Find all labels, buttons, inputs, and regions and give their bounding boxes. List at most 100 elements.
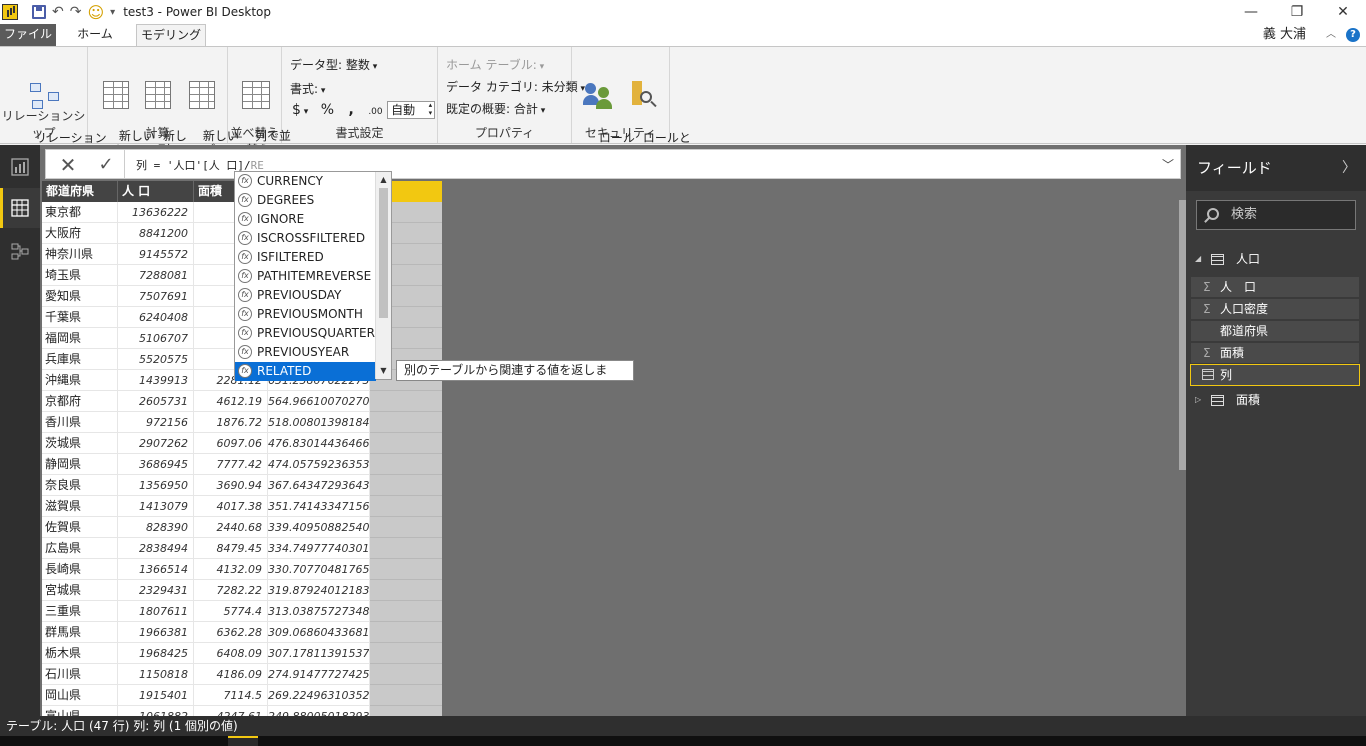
table-cell[interactable] bbox=[370, 664, 442, 685]
table-cell[interactable] bbox=[370, 538, 442, 559]
cancel-formula-button[interactable]: ✕ bbox=[56, 153, 80, 177]
table-cell[interactable]: 1968425 bbox=[118, 643, 194, 664]
table-cell[interactable]: 1413079 bbox=[118, 496, 194, 517]
table-row[interactable]: 石川県 1150818 4186.09 274.914777274258 bbox=[42, 664, 442, 685]
table-cell[interactable]: 249.880050182932 bbox=[268, 706, 370, 716]
table-cell[interactable]: 茨城県 bbox=[42, 433, 118, 454]
collapse-triangle-icon[interactable]: ◢ bbox=[1195, 247, 1201, 271]
table-cell[interactable]: 307.178113915379 bbox=[268, 643, 370, 664]
table-cell[interactable]: 5520575 bbox=[118, 349, 194, 370]
table-cell[interactable]: 6408.09 bbox=[194, 643, 268, 664]
data-view-button[interactable] bbox=[0, 188, 40, 228]
table-cell[interactable]: 8479.45 bbox=[194, 538, 268, 559]
table-cell[interactable]: 愛知県 bbox=[42, 286, 118, 307]
table-row[interactable]: 広島県 2838494 8479.45 334.749777403016 bbox=[42, 538, 442, 559]
table-cell[interactable]: 2329431 bbox=[118, 580, 194, 601]
intellisense-scrollbar[interactable]: ▲ ▼ bbox=[375, 172, 391, 379]
thousands-separator-button[interactable]: , bbox=[349, 102, 354, 118]
table-cell[interactable] bbox=[370, 517, 442, 538]
table-cell[interactable]: 福岡県 bbox=[42, 328, 118, 349]
table-cell[interactable]: 518.008013981841 bbox=[268, 412, 370, 433]
intellisense-item[interactable]: fx PREVIOUSYEAR bbox=[235, 343, 376, 362]
intellisense-item[interactable]: fx RELATED bbox=[235, 362, 376, 381]
table-cell[interactable] bbox=[370, 685, 442, 706]
table-cell[interactable]: 2605731 bbox=[118, 391, 194, 412]
table-cell[interactable]: 3690.94 bbox=[194, 475, 268, 496]
expand-formula-bar-icon[interactable]: ﹀ bbox=[1162, 156, 1174, 173]
data-category-dropdown[interactable]: データ カテゴリ: 未分類 bbox=[446, 78, 585, 95]
table-cell[interactable]: 7288081 bbox=[118, 265, 194, 286]
data-type-dropdown[interactable]: データ型: 整数 bbox=[290, 56, 377, 73]
decimal-places-icon[interactable]: .00 bbox=[368, 107, 382, 117]
field-item[interactable]: Σ 面積 bbox=[1191, 343, 1359, 363]
table-cell[interactable]: 339.409508825409 bbox=[268, 517, 370, 538]
intellisense-item[interactable]: fx ISCROSSFILTERED bbox=[235, 229, 376, 248]
table-cell[interactable]: 9145572 bbox=[118, 244, 194, 265]
table-cell[interactable]: 京都府 bbox=[42, 391, 118, 412]
intellisense-item[interactable]: fx DEGREES bbox=[235, 191, 376, 210]
table-cell[interactable]: 滋賀県 bbox=[42, 496, 118, 517]
table-cell[interactable] bbox=[370, 580, 442, 601]
scroll-thumb[interactable] bbox=[379, 188, 388, 318]
minimize-button[interactable]: — bbox=[1228, 0, 1274, 24]
table-cell[interactable] bbox=[370, 706, 442, 716]
scroll-down-icon[interactable]: ▼ bbox=[376, 363, 391, 379]
table-cell[interactable]: 334.749777403016 bbox=[268, 538, 370, 559]
table-cell[interactable]: 長崎県 bbox=[42, 559, 118, 580]
table-cell[interactable]: 7114.5 bbox=[194, 685, 268, 706]
table-cell[interactable] bbox=[370, 412, 442, 433]
customize-chevron-icon[interactable]: ▾ bbox=[110, 7, 115, 18]
table-cell[interactable]: 564.966100702703 bbox=[268, 391, 370, 412]
table-row[interactable]: 奈良県 1356950 3690.94 367.643472936434 bbox=[42, 475, 442, 496]
table-cell[interactable]: 7282.22 bbox=[194, 580, 268, 601]
collapse-pane-icon[interactable]: 〉 bbox=[1342, 145, 1356, 191]
new-column-header[interactable] bbox=[392, 181, 442, 202]
close-button[interactable]: ✕ bbox=[1320, 0, 1366, 24]
field-item-selected[interactable]: 列 bbox=[1190, 364, 1360, 386]
table-cell[interactable]: 313.038757273483 bbox=[268, 601, 370, 622]
table-cell[interactable]: 岡山県 bbox=[42, 685, 118, 706]
table-cell[interactable]: 1061882 bbox=[118, 706, 194, 716]
maximize-button[interactable]: ❐ bbox=[1274, 0, 1320, 24]
table-cell[interactable]: 佐賀県 bbox=[42, 517, 118, 538]
table-cell[interactable]: 1876.72 bbox=[194, 412, 268, 433]
commit-formula-button[interactable]: ✓ bbox=[94, 153, 118, 177]
table-row[interactable]: 長崎県 1366514 4132.09 330.707704817659 bbox=[42, 559, 442, 580]
table-cell[interactable] bbox=[370, 496, 442, 517]
table-cell[interactable]: 群馬県 bbox=[42, 622, 118, 643]
table-cell[interactable]: 兵庫県 bbox=[42, 349, 118, 370]
table-cell[interactable]: 香川県 bbox=[42, 412, 118, 433]
decimal-places-spinner[interactable]: 自動 bbox=[387, 101, 436, 119]
user-name[interactable]: 義 大浦 bbox=[1263, 24, 1306, 46]
redo-icon[interactable]: ↷ bbox=[70, 4, 82, 20]
collapse-ribbon-icon[interactable]: ︿ bbox=[1326, 24, 1336, 46]
table-cell[interactable] bbox=[370, 391, 442, 412]
vertical-scrollbar[interactable] bbox=[1179, 200, 1186, 470]
table-cell[interactable] bbox=[370, 559, 442, 580]
table-cell[interactable]: 1807611 bbox=[118, 601, 194, 622]
table-cell[interactable]: 2907262 bbox=[118, 433, 194, 454]
table-cell[interactable]: 神奈川県 bbox=[42, 244, 118, 265]
intellisense-item[interactable]: fx CURRENCY bbox=[235, 172, 376, 191]
fields-search-input[interactable]: 検索 bbox=[1196, 200, 1356, 230]
table-cell[interactable]: 1150818 bbox=[118, 664, 194, 685]
table-cell[interactable] bbox=[370, 643, 442, 664]
table-cell[interactable]: 4612.19 bbox=[194, 391, 268, 412]
percent-format-button[interactable]: % bbox=[321, 102, 334, 118]
table-cell[interactable] bbox=[370, 622, 442, 643]
table-cell[interactable]: 沖縄県 bbox=[42, 370, 118, 391]
table-row[interactable]: 岡山県 1915401 7114.5 269.224963103521 bbox=[42, 685, 442, 706]
expand-triangle-icon[interactable]: ▷ bbox=[1195, 388, 1201, 412]
table-cell[interactable]: 309.06860433681 bbox=[268, 622, 370, 643]
default-summarization-dropdown[interactable]: 既定の概要: 合計 bbox=[446, 100, 545, 117]
table-cell[interactable]: 269.224963103521 bbox=[268, 685, 370, 706]
table-cell[interactable]: 8841200 bbox=[118, 223, 194, 244]
table-cell[interactable]: 静岡県 bbox=[42, 454, 118, 475]
report-view-button[interactable] bbox=[0, 147, 40, 187]
table-cell[interactable]: 2440.68 bbox=[194, 517, 268, 538]
table-cell[interactable]: 7777.42 bbox=[194, 454, 268, 475]
table-row[interactable]: 三重県 1807611 5774.4 313.038757273483 bbox=[42, 601, 442, 622]
table-cell[interactable]: 3686945 bbox=[118, 454, 194, 475]
table-cell[interactable]: 330.707704817659 bbox=[268, 559, 370, 580]
undo-icon[interactable]: ↶ bbox=[52, 4, 64, 20]
